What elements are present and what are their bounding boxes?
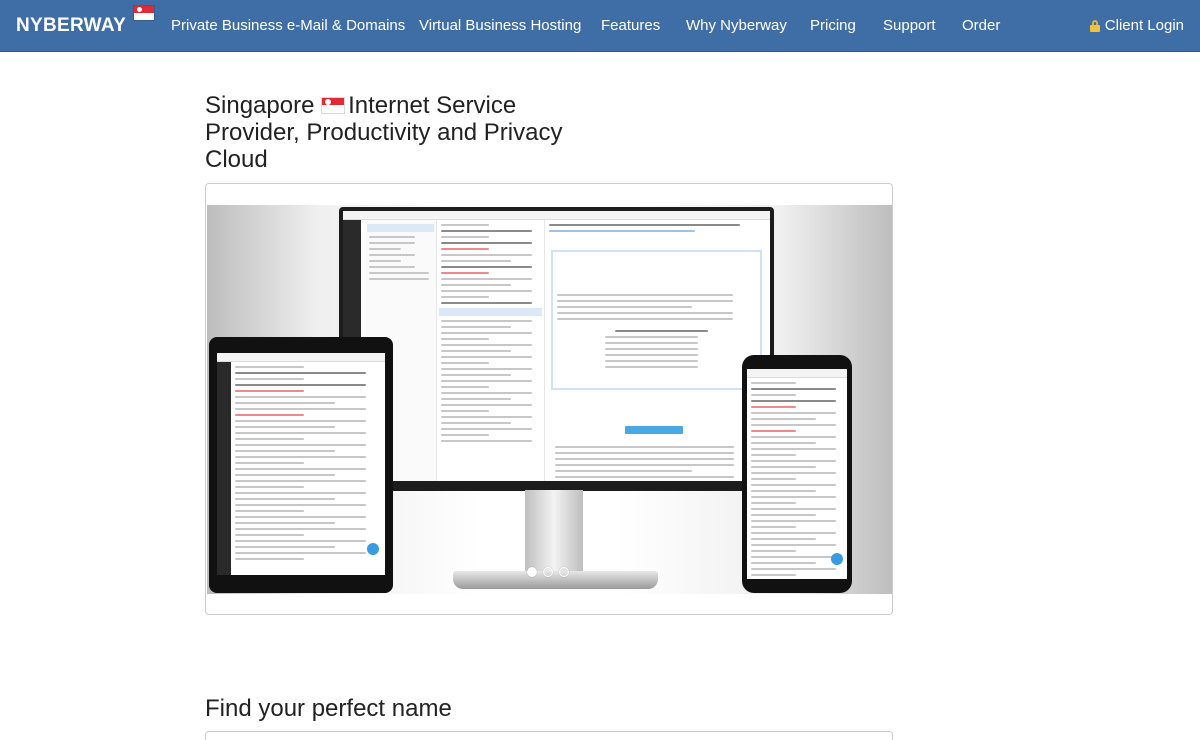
product-carousel[interactable]	[205, 183, 893, 615]
domain-search-panel	[205, 731, 893, 740]
nav-link-pricing[interactable]: Pricing	[810, 17, 856, 34]
carousel-indicator-1[interactable]	[527, 567, 537, 577]
nav-link-why-nyberway[interactable]: Why Nyberway	[686, 17, 787, 34]
section-title-domain-search: Find your perfect name	[205, 695, 452, 722]
top-navbar: NYBERWAY Private Business e-Mail & Domai…	[0, 0, 1200, 52]
carousel-indicator-2[interactable]	[543, 567, 553, 577]
webmail-tablet-screenshot	[217, 353, 385, 575]
nav-link-hosting[interactable]: Virtual Business Hosting	[419, 17, 581, 34]
monitor-stand	[525, 490, 583, 572]
webmail-phone-screenshot	[747, 369, 847, 579]
tablet-mockup	[209, 337, 393, 593]
lock-icon	[1089, 19, 1100, 32]
client-login-label: Client Login	[1104, 17, 1184, 34]
singapore-flag-icon	[321, 96, 346, 114]
nav-link-support[interactable]: Support	[883, 17, 936, 34]
page-title-country: Singapore	[205, 92, 315, 119]
nav-link-email-domains[interactable]: Private Business e-Mail & Domains	[171, 17, 405, 34]
nav-link-features[interactable]: Features	[601, 17, 660, 34]
page-title: Singapore Internet Service Provider, Pro…	[205, 92, 585, 173]
carousel-indicators	[527, 567, 569, 577]
webmail-desktop-screenshot	[343, 211, 770, 481]
carousel-indicator-3[interactable]	[559, 567, 569, 577]
devices-showcase-image	[207, 205, 892, 594]
monitor-mockup	[339, 207, 774, 491]
client-login-link[interactable]: Client Login	[1089, 17, 1184, 34]
brand-logo[interactable]: NYBERWAY	[16, 15, 126, 37]
singapore-flag-icon	[133, 5, 155, 21]
nav-link-order[interactable]: Order	[962, 17, 1000, 34]
phone-mockup	[742, 355, 852, 593]
